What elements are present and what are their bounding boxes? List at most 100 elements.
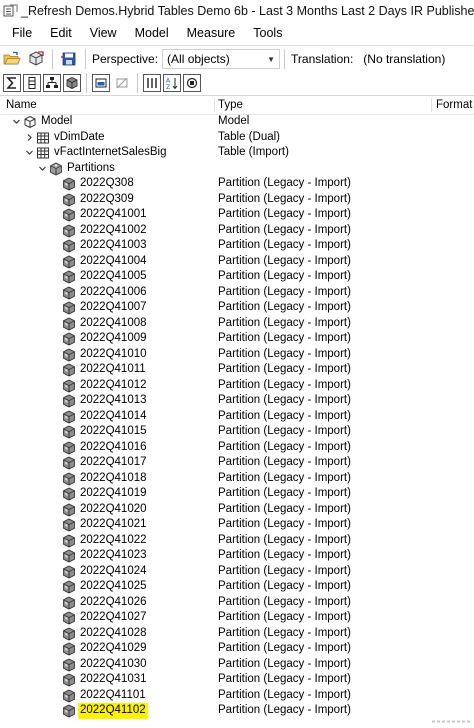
menu-tools[interactable]: Tools <box>244 22 291 44</box>
tree-row[interactable]: 2022Q41015 Partition (Legacy - Import) <box>0 424 474 440</box>
column-icon <box>28 77 36 89</box>
tree-item-name: 2022Q41014 <box>80 409 147 422</box>
deploy-model-button[interactable] <box>26 49 46 69</box>
tree-item-name: Partitions <box>67 161 115 174</box>
menu-edit[interactable]: Edit <box>41 22 81 44</box>
horizontal-scrollbar[interactable] <box>430 716 474 723</box>
sigma-icon <box>6 77 16 89</box>
tree-row[interactable]: 2022Q41101 Partition (Legacy - Import) <box>0 688 474 704</box>
tree-row[interactable]: 2022Q41004 Partition (Legacy - Import) <box>0 254 474 270</box>
tree-row[interactable]: 2022Q41002 Partition (Legacy - Import) <box>0 223 474 239</box>
show-hierarchies-button[interactable] <box>43 74 61 92</box>
tree-row[interactable]: 2022Q41020 Partition (Legacy - Import) <box>0 502 474 518</box>
tree-item-type: Partition (Legacy - Import) <box>218 177 351 189</box>
tree-item-name: 2022Q41017 <box>80 456 147 468</box>
partition-icon <box>62 224 76 238</box>
partition-icon <box>62 270 76 284</box>
sort-alphabetically-button[interactable]: A Z <box>163 74 181 92</box>
tree-item-name: 2022Q41024 <box>80 564 147 577</box>
partition-icon <box>62 286 76 300</box>
model-icon <box>23 115 37 129</box>
tree-row[interactable]: 2022Q41017 Partition (Legacy - Import) <box>0 455 474 471</box>
perspective-dropdown[interactable]: (All objects) ▼ <box>162 49 281 69</box>
tree-row[interactable]: 2022Q41028 Partition (Legacy - Import) <box>0 626 474 642</box>
menu-bar: File Edit View Model Measure Tools <box>0 22 474 44</box>
translation-dropdown[interactable]: (No translation) <box>363 52 445 66</box>
menu-measure[interactable]: Measure <box>178 22 245 44</box>
save-disk-icon <box>61 52 76 66</box>
hierarchy-icon <box>46 77 58 88</box>
tree-row[interactable]: vFactInternetSalesBig Table (Import) <box>0 145 474 161</box>
columns-view-icon <box>147 78 157 88</box>
model-tree[interactable]: Model Model vDimDate Table (Dual) vFactInter… <box>0 114 474 723</box>
tree-row[interactable]: 2022Q41010 Partition (Legacy - Import) <box>0 347 474 363</box>
tree-item-name: 2022Q41016 <box>80 440 147 453</box>
table-icon <box>36 146 50 160</box>
tree-row[interactable]: 2022Q41024 Partition (Legacy - Import) <box>0 564 474 580</box>
tree-row[interactable]: 2022Q41009 Partition (Legacy - Import) <box>0 331 474 347</box>
tree-row[interactable]: 2022Q41022 Partition (Legacy - Import) <box>0 533 474 549</box>
tree-row[interactable]: 2022Q41014 Partition (Legacy - Import) <box>0 409 474 425</box>
tree-row[interactable]: 2022Q41003 Partition (Legacy - Import) <box>0 238 474 254</box>
table-icon <box>36 131 50 145</box>
partitions-icon <box>49 162 63 176</box>
open-folder-button[interactable] <box>2 49 22 69</box>
column-header-type[interactable]: Type <box>218 96 243 114</box>
chevron-down-icon[interactable] <box>36 161 48 177</box>
tree-row[interactable]: 2022Q41016 Partition (Legacy - Import) <box>0 440 474 456</box>
tree-row[interactable]: 2022Q41013 Partition (Legacy - Import) <box>0 393 474 409</box>
column-header-name[interactable]: Name <box>6 96 37 114</box>
menu-view[interactable]: View <box>81 22 126 44</box>
chevron-down-icon[interactable] <box>10 114 22 130</box>
tree-row[interactable]: 2022Q41021 Partition (Legacy - Import) <box>0 517 474 533</box>
chevron-down-icon[interactable] <box>23 145 35 161</box>
tree-item-type: Partition (Legacy - Import) <box>218 192 351 205</box>
tree-row[interactable]: 2022Q309 Partition (Legacy - Import) <box>0 192 474 208</box>
column-divider[interactable] <box>214 98 215 112</box>
tree-row[interactable]: 2022Q41001 Partition (Legacy - Import) <box>0 207 474 223</box>
tree-row[interactable]: 2022Q41007 Partition (Legacy - Import) <box>0 300 474 316</box>
partition-icon <box>62 301 76 315</box>
tree-item-type: Partition (Legacy - Import) <box>218 347 351 360</box>
title-bar: _Refresh Demos.Hybrid Tables Demo 6b - L… <box>0 0 474 22</box>
tree-row[interactable]: 2022Q41029 Partition (Legacy - Import) <box>0 641 474 657</box>
column-header-format[interactable]: Format <box>436 96 472 114</box>
tree-row[interactable]: 2022Q41008 Partition (Legacy - Import) <box>0 316 474 332</box>
chevron-right-icon[interactable] <box>23 130 35 146</box>
tree-row[interactable]: 2022Q41018 Partition (Legacy - Import) <box>0 471 474 487</box>
column-divider[interactable] <box>431 98 432 112</box>
menu-model[interactable]: Model <box>126 22 178 44</box>
toolbar-separator <box>284 49 286 69</box>
tree-item-type: Partition (Legacy - Import) <box>218 564 351 577</box>
tree-row[interactable]: 2022Q41030 Partition (Legacy - Import) <box>0 657 474 673</box>
tree-row[interactable]: 2022Q308 Partition (Legacy - Import) <box>0 176 474 192</box>
tree-row[interactable]: 2022Q41011 Partition (Legacy - Import) <box>0 362 474 378</box>
partition-icon <box>62 534 76 548</box>
save-button[interactable] <box>59 49 79 69</box>
menu-file[interactable]: File <box>0 22 41 44</box>
tree-row[interactable]: Partitions <box>0 161 474 177</box>
tree-row[interactable]: 2022Q41025 Partition (Legacy - Import) <box>0 579 474 595</box>
display-folders-button[interactable] <box>113 73 131 93</box>
show-measures-button[interactable] <box>3 74 21 92</box>
show-metadata-button[interactable] <box>183 74 201 92</box>
show-columns-button[interactable] <box>23 74 41 92</box>
show-hidden-button[interactable] <box>92 74 110 92</box>
tree-row[interactable]: 2022Q41102 Partition (Legacy - Import) <box>0 703 474 719</box>
tree-row[interactable]: 2022Q41005 Partition (Legacy - Import) <box>0 269 474 285</box>
show-columns-view-button[interactable] <box>143 74 161 92</box>
show-partitions-button[interactable] <box>63 74 81 92</box>
tree-row[interactable]: Model Model <box>0 114 474 130</box>
tree-item-type: Partition (Legacy - Import) <box>218 332 351 344</box>
tree-row[interactable]: 2022Q41012 Partition (Legacy - Import) <box>0 378 474 394</box>
tree-row[interactable]: 2022Q41027 Partition (Legacy - Import) <box>0 610 474 626</box>
tree-row[interactable]: 2022Q41023 Partition (Legacy - Import) <box>0 548 474 564</box>
tree-row[interactable]: vDimDate Table (Dual) <box>0 130 474 146</box>
tree-item-type: Partition (Legacy - Import) <box>218 518 351 530</box>
tree-row[interactable]: 2022Q41019 Partition (Legacy - Import) <box>0 486 474 502</box>
tree-item-type: Partition (Legacy - Import) <box>218 533 351 546</box>
tree-row[interactable]: 2022Q41031 Partition (Legacy - Import) <box>0 672 474 688</box>
tree-row[interactable]: 2022Q41026 Partition (Legacy - Import) <box>0 595 474 611</box>
partition-icon <box>62 177 76 191</box>
tree-row[interactable]: 2022Q41006 Partition (Legacy - Import) <box>0 285 474 301</box>
